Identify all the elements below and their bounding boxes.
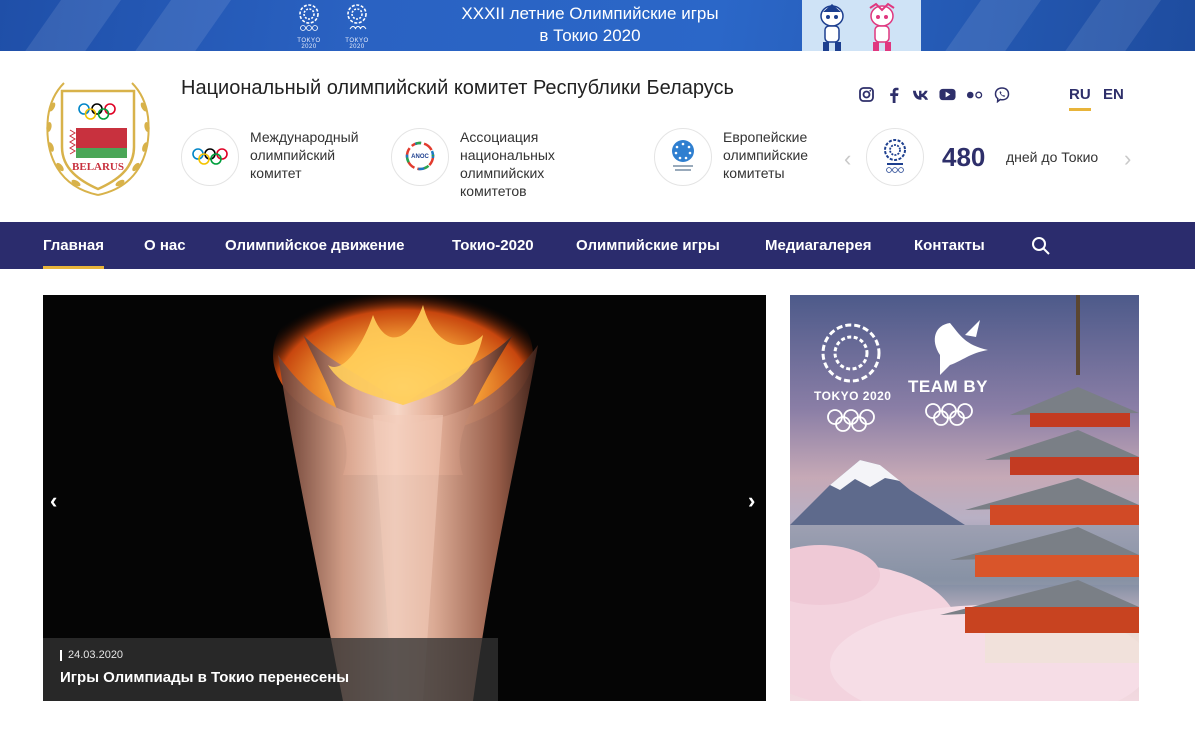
eoc-icon: [654, 128, 712, 186]
org-label: Ассоциация национальных олимпийских коми…: [460, 129, 555, 199]
emblem-caption: TOKYO 2020: [345, 38, 369, 50]
slide-title[interactable]: Игры Олимпиады в Токио перенесены: [60, 669, 349, 686]
mount-fuji-pagoda-image: [790, 295, 1139, 701]
lang-ru-link[interactable]: RU: [1069, 86, 1091, 111]
slide-date: 24.03.2020: [60, 650, 123, 661]
days-counter-label: дней до Токио: [1006, 149, 1099, 165]
youtube-icon[interactable]: [939, 86, 956, 103]
top-banner[interactable]: TOKYO 2020 TOKYO 2020 XXXII летние Олимп…: [0, 0, 1195, 51]
promo-team-caption: TEAM BY: [908, 377, 988, 396]
counter-prev-arrow[interactable]: ‹: [844, 146, 851, 172]
slide-caption[interactable]: 24.03.2020 Игры Олимпиады в Токио перене…: [43, 638, 498, 701]
tokyo-2020-paralympic-emblem: TOKYO 2020: [338, 2, 376, 50]
nav-item-contacts[interactable]: Контакты: [914, 222, 985, 269]
site-title[interactable]: Национальный олимпийский комитет Республ…: [181, 77, 734, 100]
flickr-icon[interactable]: [966, 86, 983, 103]
search-icon[interactable]: [1031, 236, 1051, 256]
nav-item-olympic-games[interactable]: Олимпийские игры: [576, 222, 720, 269]
org-label: Европейские олимпийские комитеты: [723, 129, 809, 181]
nav-item-media-gallery[interactable]: Медиагалерея: [765, 222, 871, 269]
org-eoc[interactable]: Европейские олимпийские комитеты: [654, 128, 833, 186]
social-links: [858, 86, 1010, 103]
tokyo-2020-icon: [866, 128, 924, 186]
nav-item-home[interactable]: Главная: [43, 222, 105, 269]
counter-next-arrow[interactable]: ›: [1124, 146, 1131, 172]
banner-headline: XXXII летние Олимпийские игры в Токио 20…: [400, 3, 780, 47]
olympic-rings-icon: [181, 128, 239, 186]
emblem-caption: TOKYO 2020: [297, 38, 321, 50]
noc-belarus-logo[interactable]: BELARUS: [42, 77, 154, 199]
viber-icon[interactable]: [993, 86, 1010, 103]
facebook-icon[interactable]: [885, 86, 902, 103]
org-ioc[interactable]: Международный олимпийский комитет: [181, 128, 375, 186]
tokyo-2020-olympic-emblem: TOKYO 2020: [290, 2, 328, 50]
main-navbar: Главная О нас Олимпийское движение Токио…: [0, 222, 1195, 269]
days-counter-number: 480: [942, 142, 986, 172]
logo-text: BELARUS: [72, 161, 124, 173]
vk-icon[interactable]: [912, 86, 929, 103]
slider-prev-arrow[interactable]: ‹: [50, 488, 57, 514]
banner-headline-line2: в Токио 2020: [539, 26, 641, 45]
team-by-promo-banner[interactable]: TOKYO 2020 TEAM BY: [790, 295, 1139, 701]
anoc-icon: ANOC: [391, 128, 449, 186]
instagram-icon[interactable]: [858, 86, 875, 103]
nav-item-tokyo-2020[interactable]: Токио-2020: [452, 222, 534, 269]
org-label: Международный олимпийский комитет: [250, 129, 359, 181]
promo-emblem-caption: TOKYO 2020: [814, 389, 892, 403]
banner-headline-line1: XXXII летние Олимпийские игры: [461, 4, 719, 23]
slider-next-arrow[interactable]: ›: [748, 488, 755, 514]
nav-item-olympic-movement[interactable]: Олимпийское движение: [225, 222, 405, 269]
lang-en-link[interactable]: EN: [1103, 86, 1124, 108]
nav-item-about[interactable]: О нас: [144, 222, 186, 269]
mascots-image: [802, 0, 921, 51]
svg-text:ANOC: ANOC: [411, 154, 429, 160]
org-anoc[interactable]: ANOC Ассоциация национальных олимпийских…: [391, 128, 585, 200]
